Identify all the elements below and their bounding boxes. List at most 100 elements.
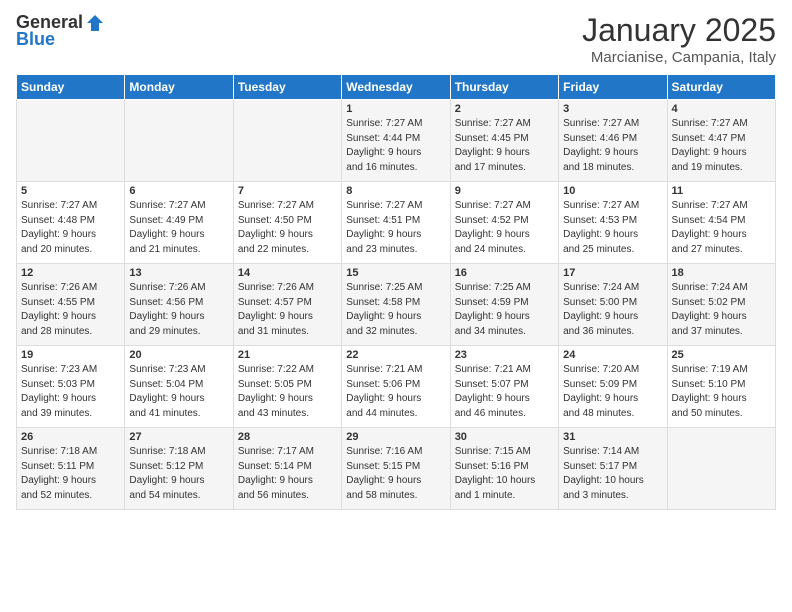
day-info: Sunrise: 7:27 AM Sunset: 4:51 PM Dayligh… bbox=[346, 199, 445, 257]
calendar: Sunday Monday Tuesday Wednesday Thursday… bbox=[16, 74, 776, 510]
day-number: 2 bbox=[455, 103, 554, 115]
logo-icon bbox=[85, 13, 105, 33]
calendar-cell: 18 Sunrise: 7:24 AM Sunset: 5:02 PM Dayli… bbox=[667, 264, 775, 346]
calendar-cell: 25Sunrise: 7:19 AM Sunset: 5:10 PM Dayli… bbox=[667, 346, 775, 428]
header: General Blue January 2025 Marcianise, Ca… bbox=[16, 12, 776, 66]
calendar-cell: 9 Sunrise: 7:27 AM Sunset: 4:52 PM Daylig… bbox=[450, 182, 558, 264]
header-sunday: Sunday bbox=[17, 75, 125, 100]
day-info: Sunrise: 7:27 AM Sunset: 4:52 PM Dayligh… bbox=[455, 199, 554, 257]
calendar-week-row: 12 Sunrise: 7:26 AM Sunset: 4:55 PM Dayli… bbox=[17, 264, 776, 346]
calendar-cell: 20 Sunrise: 7:23 AM Sunset: 5:04 PM Dayli… bbox=[125, 346, 233, 428]
day-info: Sunrise: 7:21 AM Sunset: 5:07 PM Dayligh… bbox=[455, 363, 554, 421]
calendar-cell: 31Sunrise: 7:14 AM Sunset: 5:17 PM Dayli… bbox=[559, 428, 667, 510]
calendar-cell: 21Sunrise: 7:22 AM Sunset: 5:05 PM Dayli… bbox=[233, 346, 341, 428]
day-info: Sunrise: 7:26 AM Sunset: 4:55 PM Dayligh… bbox=[21, 281, 120, 339]
weekday-header-row: Sunday Monday Tuesday Wednesday Thursday… bbox=[17, 75, 776, 100]
logo-area: General Blue bbox=[16, 12, 105, 50]
day-info: Sunrise: 7:24 AM Sunset: 5:00 PM Dayligh… bbox=[563, 281, 662, 339]
day-info: Sunrise: 7:27 AM Sunset: 4:45 PM Dayligh… bbox=[455, 117, 554, 175]
day-number: 27 bbox=[129, 431, 228, 443]
calendar-cell: 5Sunrise: 7:27 AM Sunset: 4:48 PM Daylig… bbox=[17, 182, 125, 264]
day-number: 6 bbox=[129, 185, 228, 197]
calendar-cell: 15 Sunrise: 7:25 AM Sunset: 4:58 PM Dayli… bbox=[342, 264, 450, 346]
calendar-week-row: 5Sunrise: 7:27 AM Sunset: 4:48 PM Daylig… bbox=[17, 182, 776, 264]
day-info: Sunrise: 7:26 AM Sunset: 4:57 PM Dayligh… bbox=[238, 281, 337, 339]
day-number: 5 bbox=[21, 185, 120, 197]
day-info: Sunrise: 7:27 AM Sunset: 4:49 PM Dayligh… bbox=[129, 199, 228, 257]
calendar-cell: 10 Sunrise: 7:27 AM Sunset: 4:53 PM Dayli… bbox=[559, 182, 667, 264]
day-number: 17 bbox=[563, 267, 662, 279]
day-number: 20 bbox=[129, 349, 228, 361]
calendar-cell: 4 Sunrise: 7:27 AM Sunset: 4:47 PM Daylig… bbox=[667, 100, 775, 182]
calendar-cell: 11Sunrise: 7:27 AM Sunset: 4:54 PM Dayli… bbox=[667, 182, 775, 264]
day-info: Sunrise: 7:20 AM Sunset: 5:09 PM Dayligh… bbox=[563, 363, 662, 421]
day-number: 12 bbox=[21, 267, 120, 279]
day-info: Sunrise: 7:25 AM Sunset: 4:59 PM Dayligh… bbox=[455, 281, 554, 339]
calendar-cell: 12 Sunrise: 7:26 AM Sunset: 4:55 PM Dayli… bbox=[17, 264, 125, 346]
calendar-cell: 6 Sunrise: 7:27 AM Sunset: 4:49 PM Daylig… bbox=[125, 182, 233, 264]
day-info: Sunrise: 7:16 AM Sunset: 5:15 PM Dayligh… bbox=[346, 445, 445, 503]
day-number: 24 bbox=[563, 349, 662, 361]
day-number: 26 bbox=[21, 431, 120, 443]
calendar-week-row: 19 Sunrise: 7:23 AM Sunset: 5:03 PM Dayli… bbox=[17, 346, 776, 428]
day-number: 10 bbox=[563, 185, 662, 197]
calendar-cell: 2 Sunrise: 7:27 AM Sunset: 4:45 PM Daylig… bbox=[450, 100, 558, 182]
day-number: 30 bbox=[455, 431, 554, 443]
day-info: Sunrise: 7:25 AM Sunset: 4:58 PM Dayligh… bbox=[346, 281, 445, 339]
day-number: 14 bbox=[238, 267, 337, 279]
day-info: Sunrise: 7:15 AM Sunset: 5:16 PM Dayligh… bbox=[455, 445, 554, 503]
day-info: Sunrise: 7:27 AM Sunset: 4:50 PM Dayligh… bbox=[238, 199, 337, 257]
calendar-cell: 26 Sunrise: 7:18 AM Sunset: 5:11 PM Dayli… bbox=[17, 428, 125, 510]
calendar-cell bbox=[17, 100, 125, 182]
day-info: Sunrise: 7:21 AM Sunset: 5:06 PM Dayligh… bbox=[346, 363, 445, 421]
day-number: 28 bbox=[238, 431, 337, 443]
day-number: 1 bbox=[346, 103, 445, 115]
day-number: 7 bbox=[238, 185, 337, 197]
calendar-cell: 24 Sunrise: 7:20 AM Sunset: 5:09 PM Dayli… bbox=[559, 346, 667, 428]
header-monday: Monday bbox=[125, 75, 233, 100]
day-info: Sunrise: 7:27 AM Sunset: 4:47 PM Dayligh… bbox=[672, 117, 771, 175]
day-number: 9 bbox=[455, 185, 554, 197]
calendar-cell: 29 Sunrise: 7:16 AM Sunset: 5:15 PM Dayli… bbox=[342, 428, 450, 510]
day-info: Sunrise: 7:18 AM Sunset: 5:11 PM Dayligh… bbox=[21, 445, 120, 503]
day-number: 3 bbox=[563, 103, 662, 115]
calendar-cell: 19 Sunrise: 7:23 AM Sunset: 5:03 PM Dayli… bbox=[17, 346, 125, 428]
day-number: 29 bbox=[346, 431, 445, 443]
page: General Blue January 2025 Marcianise, Ca… bbox=[0, 0, 792, 612]
calendar-cell: 17 Sunrise: 7:24 AM Sunset: 5:00 PM Dayli… bbox=[559, 264, 667, 346]
header-thursday: Thursday bbox=[450, 75, 558, 100]
calendar-week-row: 26 Sunrise: 7:18 AM Sunset: 5:11 PM Dayli… bbox=[17, 428, 776, 510]
day-info: Sunrise: 7:27 AM Sunset: 4:46 PM Dayligh… bbox=[563, 117, 662, 175]
day-number: 21 bbox=[238, 349, 337, 361]
day-info: Sunrise: 7:23 AM Sunset: 5:03 PM Dayligh… bbox=[21, 363, 120, 421]
day-number: 13 bbox=[129, 267, 228, 279]
calendar-cell: 3 Sunrise: 7:27 AM Sunset: 4:46 PM Daylig… bbox=[559, 100, 667, 182]
calendar-cell: 14 Sunrise: 7:26 AM Sunset: 4:57 PM Dayli… bbox=[233, 264, 341, 346]
day-info: Sunrise: 7:17 AM Sunset: 5:14 PM Dayligh… bbox=[238, 445, 337, 503]
day-number: 15 bbox=[346, 267, 445, 279]
header-saturday: Saturday bbox=[667, 75, 775, 100]
calendar-cell: 13 Sunrise: 7:26 AM Sunset: 4:56 PM Dayli… bbox=[125, 264, 233, 346]
calendar-cell: 16Sunrise: 7:25 AM Sunset: 4:59 PM Dayli… bbox=[450, 264, 558, 346]
header-wednesday: Wednesday bbox=[342, 75, 450, 100]
calendar-week-row: 1 Sunrise: 7:27 AM Sunset: 4:44 PM Daylig… bbox=[17, 100, 776, 182]
header-tuesday: Tuesday bbox=[233, 75, 341, 100]
day-number: 22 bbox=[346, 349, 445, 361]
day-number: 4 bbox=[672, 103, 771, 115]
calendar-cell bbox=[667, 428, 775, 510]
day-info: Sunrise: 7:26 AM Sunset: 4:56 PM Dayligh… bbox=[129, 281, 228, 339]
day-info: Sunrise: 7:27 AM Sunset: 4:53 PM Dayligh… bbox=[563, 199, 662, 257]
location: Marcianise, Campania, Italy bbox=[582, 49, 776, 66]
calendar-cell: 28 Sunrise: 7:17 AM Sunset: 5:14 PM Dayli… bbox=[233, 428, 341, 510]
day-info: Sunrise: 7:24 AM Sunset: 5:02 PM Dayligh… bbox=[672, 281, 771, 339]
day-number: 19 bbox=[21, 349, 120, 361]
calendar-cell: 1 Sunrise: 7:27 AM Sunset: 4:44 PM Daylig… bbox=[342, 100, 450, 182]
calendar-cell: 7 Sunrise: 7:27 AM Sunset: 4:50 PM Daylig… bbox=[233, 182, 341, 264]
day-number: 18 bbox=[672, 267, 771, 279]
day-info: Sunrise: 7:23 AM Sunset: 5:04 PM Dayligh… bbox=[129, 363, 228, 421]
day-info: Sunrise: 7:27 AM Sunset: 4:44 PM Dayligh… bbox=[346, 117, 445, 175]
calendar-cell: 27Sunrise: 7:18 AM Sunset: 5:12 PM Dayli… bbox=[125, 428, 233, 510]
header-friday: Friday bbox=[559, 75, 667, 100]
day-info: Sunrise: 7:19 AM Sunset: 5:10 PM Dayligh… bbox=[672, 363, 771, 421]
calendar-cell bbox=[125, 100, 233, 182]
